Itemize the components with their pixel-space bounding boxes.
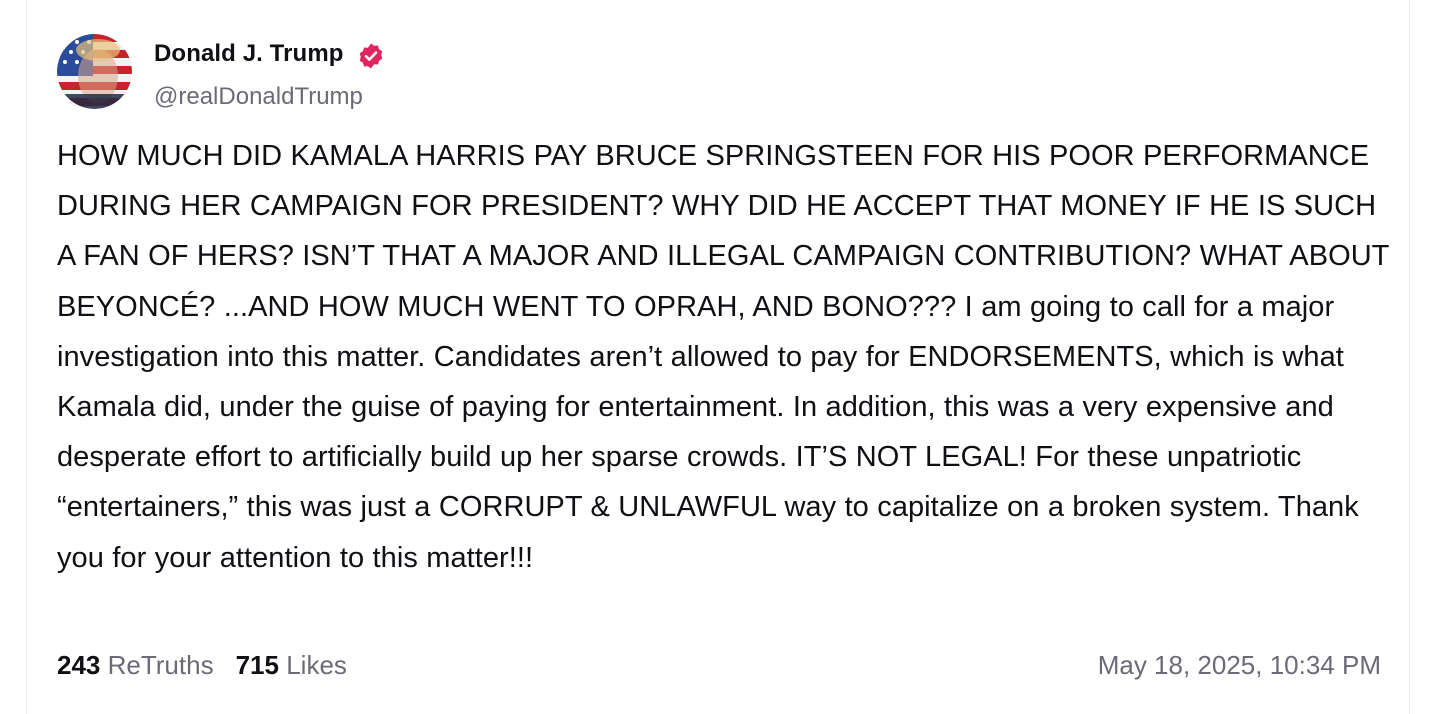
likes-count: 715: [235, 650, 279, 680]
author-display-name[interactable]: Donald J. Trump: [154, 40, 344, 68]
post-timestamp[interactable]: May 18, 2025, 10:34 PM: [1098, 650, 1381, 681]
avatar[interactable]: [57, 34, 132, 109]
post-card: Donald J. Trump @realDonaldTrump HOW MUC…: [26, 0, 1410, 714]
post-stats: 243 ReTruths 715 Likes: [57, 650, 347, 681]
likes-label: Likes: [286, 650, 347, 680]
verified-badge-icon: [357, 42, 385, 70]
author-handle[interactable]: @realDonaldTrump: [154, 83, 363, 111]
post-body-text: HOW MUCH DID KAMALA HARRIS PAY BRUCE SPR…: [57, 140, 1389, 574]
retruths-count: 243: [57, 650, 101, 680]
retruths-stat[interactable]: 243 ReTruths: [57, 650, 214, 680]
likes-stat[interactable]: 715 Likes: [236, 650, 347, 680]
retruths-label: ReTruths: [107, 650, 214, 680]
